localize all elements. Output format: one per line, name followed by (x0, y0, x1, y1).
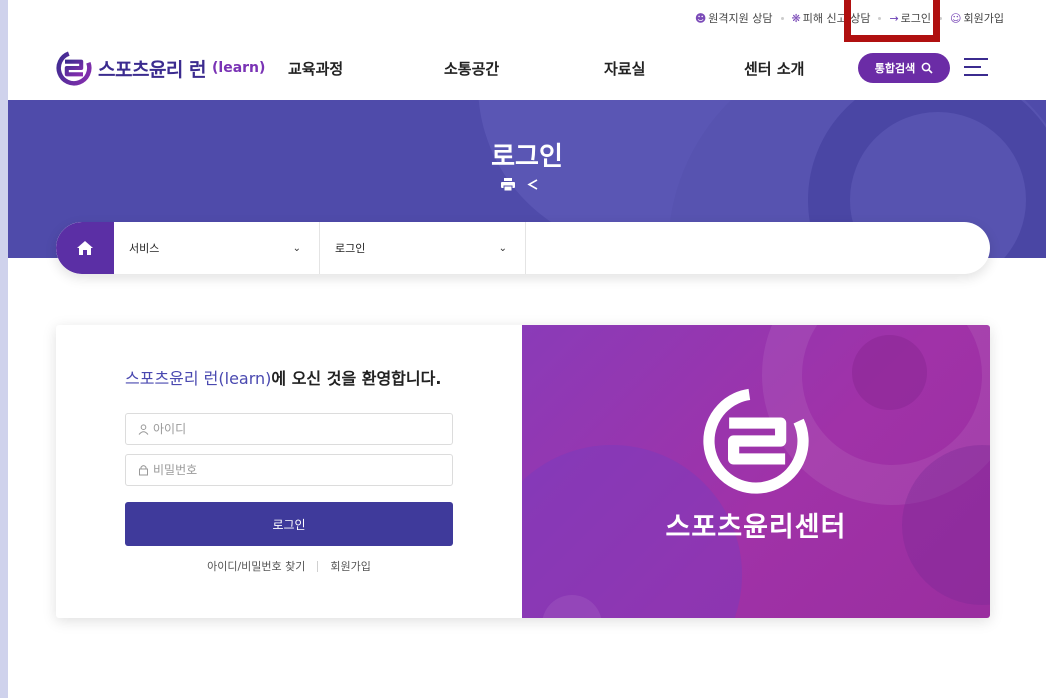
nav-item-about[interactable]: 센터 소개 (744, 58, 804, 79)
logo-mark-icon (56, 50, 92, 86)
chevron-down-icon: ⌄ (498, 242, 507, 254)
banner-tools (501, 178, 539, 191)
find-id-password-link[interactable]: 아이디/비밀번호 찾기 (207, 558, 305, 574)
nav-item-community[interactable]: 소통공간 (444, 58, 499, 79)
lock-icon (139, 465, 148, 476)
separator (780, 16, 784, 20)
signup-label: 회원가입 (963, 12, 1004, 25)
signup-link-bottom[interactable]: 회원가입 (330, 558, 370, 574)
id-input[interactable] (153, 422, 433, 436)
welcome-accent: 스포츠윤리 런(learn) (125, 369, 272, 388)
site-logo[interactable]: 스포츠윤리 런 (learn) (56, 50, 265, 86)
breadcrumb: 서비스 ⌄ 로그인 ⌄ (56, 222, 990, 274)
signup-link[interactable]: ☺ 회원가입 (950, 10, 1004, 26)
share-icon[interactable] (527, 178, 539, 191)
user-icon (138, 423, 149, 435)
page-title: 로그인 (491, 142, 563, 172)
search-button-label: 통합검색 (874, 62, 916, 75)
search-icon (921, 62, 933, 74)
nav-item-courses[interactable]: 교육과정 (288, 58, 343, 79)
login-form-panel: 스포츠윤리 런(learn)에 오신 것을 환영합니다. 로그인 아이디/비밀번… (56, 325, 522, 618)
login-card: 스포츠윤리 런(learn)에 오신 것을 환영합니다. 로그인 아이디/비밀번… (56, 325, 990, 618)
account-links: 아이디/비밀번호 찾기 회원가입 (56, 558, 522, 574)
chevron-down-icon: ⌄ (292, 242, 301, 254)
unified-search-button[interactable]: 통합검색 (858, 53, 950, 83)
hamburger-icon (964, 58, 988, 60)
hamburger-line (964, 74, 988, 76)
hamburger-menu-button[interactable] (964, 56, 988, 78)
remote-support-label: 원격지원 상담 (708, 12, 773, 25)
person-icon: ☺ (950, 11, 962, 25)
breadcrumb-level1-label: 서비스 (129, 242, 160, 255)
remote-support-link[interactable]: ☻ 원격지원 상담 (695, 10, 773, 26)
hamburger-line (964, 66, 981, 68)
breadcrumb-level2-label: 로그인 (335, 242, 366, 255)
utility-bar: ☻ 원격지원 상담 ❋ 피해 신고 상담 → 로그인 ☺ 회원가입 (8, 0, 1046, 42)
logo-text: 스포츠윤리 런 (98, 58, 207, 81)
login-button[interactable]: 로그인 (125, 502, 453, 546)
promo-title: 스포츠윤리센터 (665, 512, 847, 543)
home-icon (77, 241, 93, 255)
password-field[interactable] (125, 454, 453, 486)
password-input[interactable] (153, 463, 433, 477)
divider (317, 560, 319, 572)
logo-subtext: (learn) (212, 60, 266, 76)
promo-decor-dot (852, 335, 927, 410)
breadcrumb-select-level1[interactable]: 서비스 ⌄ (114, 222, 320, 274)
center-logo-icon (703, 388, 809, 494)
alert-icon: ❋ (791, 11, 801, 25)
promo-panel: 스포츠윤리센터 (522, 325, 990, 618)
print-icon[interactable] (501, 178, 515, 191)
welcome-message: 스포츠윤리 런(learn)에 오신 것을 환영합니다. (125, 365, 441, 389)
id-field[interactable] (125, 413, 453, 445)
welcome-rest: 에 오신 것을 환영합니다. (271, 369, 442, 388)
home-button[interactable] (56, 222, 114, 274)
page: ☻ 원격지원 상담 ❋ 피해 신고 상담 → 로그인 ☺ 회원가입 스포츠윤리 … (8, 0, 1046, 698)
nav-item-archive[interactable]: 자료실 (604, 58, 645, 79)
header: 스포츠윤리 런 (learn) 교육과정 소통공간 자료실 센터 소개 통합검색 (8, 36, 1046, 100)
person-headset-icon: ☻ (694, 11, 707, 25)
breadcrumb-select-level2[interactable]: 로그인 ⌄ (320, 222, 526, 274)
